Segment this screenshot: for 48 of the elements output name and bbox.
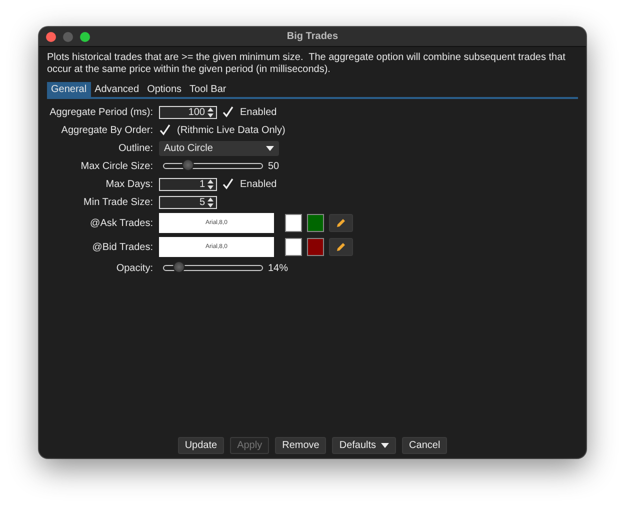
window-title: Big Trades bbox=[286, 31, 338, 42]
checkbox-label: Enabled bbox=[240, 106, 277, 118]
stepper-icon[interactable] bbox=[207, 196, 214, 208]
tab[interactable]: Advanced bbox=[90, 82, 144, 97]
tab[interactable]: General bbox=[47, 82, 91, 97]
zoom-button[interactable] bbox=[80, 32, 90, 42]
dialog-button[interactable]: Cancel bbox=[402, 437, 448, 454]
number-field[interactable]: 100 bbox=[159, 106, 217, 118]
tab[interactable]: Options bbox=[143, 82, 186, 97]
field-label: Max Days: bbox=[104, 178, 153, 190]
outline-dropdown[interactable]: Auto Circle bbox=[159, 140, 279, 156]
pencil-icon bbox=[336, 218, 346, 228]
slider-value: 14% bbox=[268, 262, 288, 274]
dialog-button[interactable]: Update bbox=[178, 437, 224, 454]
caret-icon bbox=[381, 443, 390, 448]
field-label: Aggregate By Order: bbox=[60, 124, 153, 136]
slider-thumb[interactable] bbox=[172, 261, 185, 273]
color-swatch[interactable] bbox=[285, 238, 302, 256]
edit-button[interactable] bbox=[329, 238, 353, 256]
color-swatch[interactable] bbox=[307, 238, 324, 256]
field-label: Outline: bbox=[118, 142, 153, 154]
checkbox-label: Enabled bbox=[240, 178, 277, 190]
tab[interactable]: Tool Bar bbox=[186, 82, 230, 97]
number-field[interactable]: 5 bbox=[159, 196, 217, 208]
slider-value: 50 bbox=[268, 160, 280, 172]
color-swatch[interactable] bbox=[285, 214, 302, 232]
slider-thumb[interactable] bbox=[182, 159, 194, 171]
checkbox[interactable] bbox=[159, 124, 171, 136]
field-label: Aggregate Period (ms): bbox=[48, 106, 153, 118]
color-swatch[interactable] bbox=[307, 214, 324, 232]
dialog-button[interactable]: Remove bbox=[275, 437, 326, 454]
checkbox[interactable] bbox=[222, 106, 234, 118]
close-button[interactable] bbox=[46, 32, 56, 42]
field-label: @Ask Trades: bbox=[89, 218, 153, 228]
stepper-icon[interactable] bbox=[207, 178, 214, 190]
field-label: Min Trade Size: bbox=[82, 196, 153, 208]
number-field[interactable]: 1 bbox=[159, 178, 217, 190]
checkbox[interactable] bbox=[222, 178, 234, 190]
caret-icon bbox=[266, 146, 274, 150]
edit-button[interactable] bbox=[329, 214, 353, 232]
field-label: @Bid Trades: bbox=[91, 242, 153, 252]
pencil-icon bbox=[336, 242, 346, 252]
stepper-icon[interactable] bbox=[207, 106, 214, 118]
menu-button[interactable]: Defaults bbox=[332, 437, 396, 454]
description-text: Plots historical trades that are >= the given minimum size. The aggregate option will combine subsequent trades that occur at the same price within the given period (in milliseconds). bbox=[47, 52, 566, 76]
checkbox-label: (Rithmic Live Data Only) bbox=[177, 124, 286, 136]
field-label: Max Circle Size: bbox=[80, 160, 153, 172]
field-label: Opacity: bbox=[115, 262, 153, 274]
